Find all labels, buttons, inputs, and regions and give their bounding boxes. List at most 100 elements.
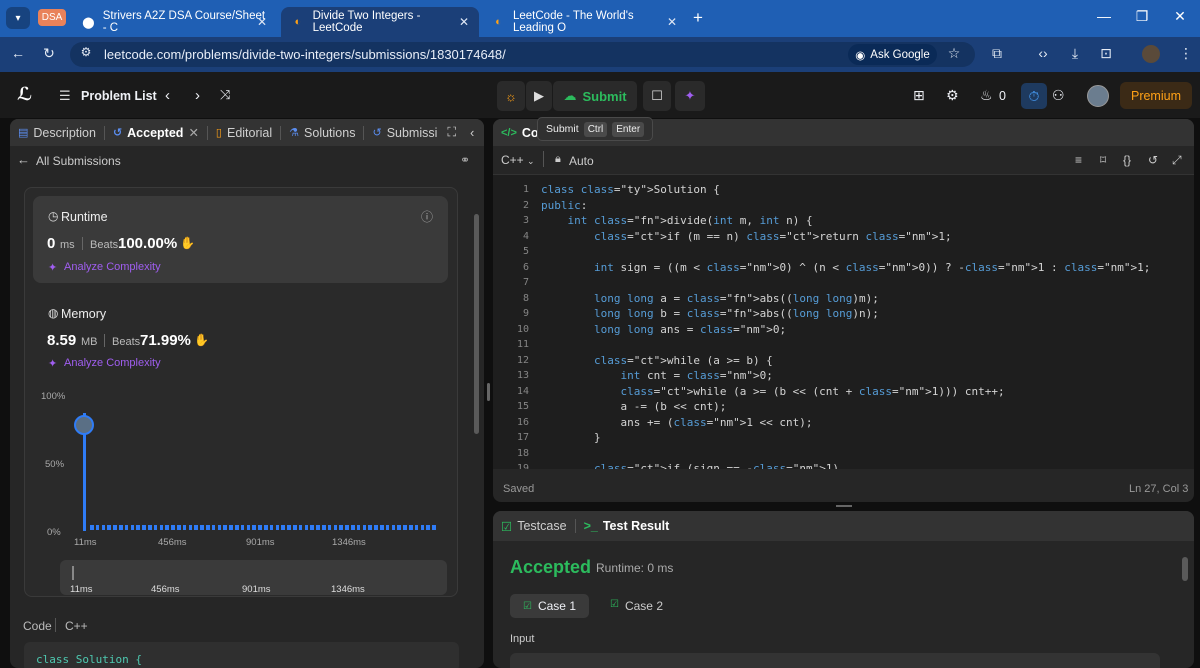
distribution-bar[interactable] <box>229 525 233 530</box>
distribution-bar[interactable] <box>327 525 332 530</box>
distribution-bar[interactable] <box>101 525 106 530</box>
distribution-bar[interactable] <box>165 525 169 530</box>
distribution-bar[interactable] <box>397 525 401 530</box>
distribution-bar[interactable] <box>356 525 361 530</box>
distribution-bar[interactable] <box>269 525 274 530</box>
distribution-bar[interactable] <box>420 525 425 530</box>
distribution-bar[interactable] <box>159 525 164 530</box>
auto-mode[interactable]: Auto <box>569 154 594 168</box>
browser-tab-divide[interactable]: ◐ Divide Two Integers - LeetCode ✕ <box>281 7 479 37</box>
distribution-bar[interactable] <box>90 525 94 530</box>
expand-icon[interactable]: ⛶ <box>447 125 456 140</box>
distribution-bar[interactable] <box>119 525 123 530</box>
close-tab-icon[interactable]: ✕ <box>188 125 198 140</box>
run-icon[interactable]: ▶ <box>526 81 552 111</box>
next-problem-icon[interactable]: › <box>195 87 200 104</box>
download-icon[interactable]: ⤓ <box>1065 45 1085 62</box>
distribution-bar[interactable] <box>130 525 135 530</box>
distribution-bar[interactable] <box>240 525 245 530</box>
distribution-bar[interactable] <box>333 525 338 530</box>
close-window-icon[interactable]: ✕ <box>1168 8 1192 25</box>
prev-problem-icon[interactable]: ‹ <box>165 87 170 104</box>
info-icon[interactable]: ⓘ <box>421 208 433 225</box>
distribution-bar[interactable] <box>316 525 320 530</box>
problem-list-link[interactable]: Problem List <box>81 89 157 103</box>
reload-icon[interactable]: ↻ <box>39 45 59 62</box>
add-friend-icon[interactable]: ⚇ <box>1052 87 1065 104</box>
browser-tab-leetcode-home[interactable]: ◐ LeetCode - The World's Leading O ✕ <box>482 7 687 37</box>
collapse-panel-icon[interactable]: ‹ <box>470 126 474 140</box>
submit-button[interactable]: ☁ Submit <box>553 81 637 111</box>
distribution-bar[interactable] <box>432 525 436 530</box>
braces-icon[interactable]: {} <box>1123 153 1131 167</box>
distribution-bar[interactable] <box>298 525 303 530</box>
code-editor[interactable]: 1 class class="ty">Solution {2 public: 3 in… <box>493 175 1194 469</box>
distribution-bar[interactable] <box>385 525 390 530</box>
distribution-bar[interactable] <box>142 525 146 530</box>
close-tab-icon[interactable]: ✕ <box>459 15 469 29</box>
distribution-bar[interactable] <box>345 525 349 530</box>
devtools-icon[interactable]: ‹› <box>1033 45 1053 61</box>
distribution-bar[interactable] <box>177 525 181 530</box>
distribution-bar[interactable] <box>194 525 198 530</box>
analyze-complexity-link[interactable]: Analyze Complexity <box>64 357 161 369</box>
distribution-bar[interactable] <box>368 525 372 530</box>
tab-submissions[interactable]: ↺ Submissi <box>364 119 445 146</box>
tab-description[interactable]: ▤ Description <box>10 119 104 146</box>
distribution-bar[interactable] <box>211 525 216 530</box>
distribution-bar[interactable] <box>188 525 193 530</box>
distribution-bar[interactable] <box>264 525 268 530</box>
tab-accepted[interactable]: ↺ Accepted ✕ <box>105 119 207 146</box>
case-2-tab[interactable]: ☑ Case 2 <box>610 599 663 613</box>
ask-google-button[interactable]: ◉ Ask Google <box>848 44 937 65</box>
distribution-bar[interactable] <box>217 525 222 530</box>
left-scrollbar[interactable] <box>474 214 479 434</box>
distribution-bar[interactable] <box>391 525 396 530</box>
reset-icon[interactable]: ↺ <box>1148 153 1158 167</box>
new-tab-icon[interactable]: + <box>693 8 703 28</box>
horizontal-splitter-handle[interactable] <box>836 505 852 507</box>
distribution-bar[interactable] <box>293 525 297 530</box>
language-select[interactable]: C++ ⌄ <box>501 153 535 167</box>
distribution-bar[interactable] <box>287 525 291 530</box>
browser-tab-striver[interactable]: ⬤ Strivers A2Z DSA Course/Sheet - C ✕ <box>72 7 277 37</box>
close-tab-icon[interactable]: ✕ <box>257 15 267 29</box>
distribution-bar[interactable] <box>107 525 111 530</box>
notes-icon[interactable]: ☐ <box>643 81 671 111</box>
analyze-complexity-link[interactable]: Analyze Complexity <box>64 261 161 273</box>
back-icon[interactable]: ← <box>8 45 28 61</box>
distribution-bar[interactable] <box>310 525 314 530</box>
distribution-bar[interactable] <box>339 525 343 530</box>
ai-sparkle-icon[interactable]: ✦ <box>675 81 705 111</box>
distribution-bar[interactable] <box>206 525 210 530</box>
result-scrollbar[interactable] <box>1182 557 1188 581</box>
distribution-bar[interactable] <box>362 525 367 530</box>
distribution-bar[interactable] <box>258 525 262 530</box>
tab-search-button[interactable]: ▾ <box>6 7 30 29</box>
site-info-icon[interactable]: ⚙ <box>76 45 96 59</box>
distribution-bar[interactable] <box>374 525 378 530</box>
premium-button[interactable]: Premium <box>1120 82 1192 109</box>
layout-icon[interactable]: ⊞ <box>913 87 925 104</box>
minimize-icon[interactable]: — <box>1092 8 1116 24</box>
distribution-bar[interactable] <box>252 525 256 530</box>
close-tab-icon[interactable]: ✕ <box>667 15 677 29</box>
distribution-bar[interactable] <box>235 525 239 530</box>
debug-icon[interactable]: ☼ <box>497 81 525 111</box>
distribution-bar[interactable] <box>136 525 140 530</box>
distribution-bar[interactable] <box>281 525 285 530</box>
distribution-bar[interactable] <box>426 525 430 530</box>
url-text[interactable]: leetcode.com/problems/divide-two-integer… <box>104 47 506 62</box>
shuffle-icon[interactable]: ⤨ <box>220 87 230 103</box>
distribution-bar[interactable] <box>171 525 175 530</box>
distribution-bar[interactable] <box>275 525 280 530</box>
timer-icon[interactable]: ⏱ <box>1021 83 1047 109</box>
streak-fire-icon[interactable]: ♨ <box>980 87 993 104</box>
tab-test-result[interactable]: >_ Test Result <box>576 513 678 540</box>
tab-testcase[interactable]: ☑ Testcase <box>493 513 575 540</box>
distribution-bar[interactable] <box>200 525 204 530</box>
scrubber-handle[interactable] <box>72 566 74 580</box>
bookmark-icon[interactable]: ⌑ <box>1100 153 1106 167</box>
distribution-bar[interactable] <box>153 525 158 530</box>
distribution-bar[interactable] <box>113 525 117 530</box>
